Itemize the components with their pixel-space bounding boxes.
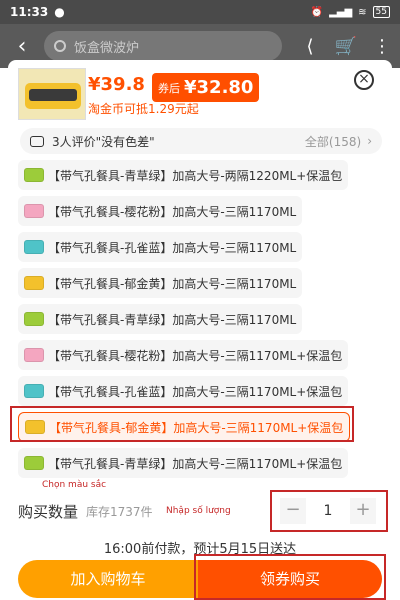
- option-thumbnail: [24, 204, 44, 218]
- choose-color-annotation: Chọn màu sắc: [42, 480, 107, 490]
- review-all: 全部(158): [304, 134, 362, 149]
- alarm-icon: ⏰: [310, 6, 324, 18]
- share-icon[interactable]: ⟨: [292, 36, 328, 57]
- option-label: 【带气孔餐具-青草绿】加高大号-三隔1170ML: [48, 312, 297, 327]
- option-item[interactable]: 【带气孔餐具-孔雀蓝】加高大号-三隔1170ML: [18, 232, 303, 262]
- more-icon[interactable]: ⋮: [364, 36, 400, 57]
- option-item[interactable]: 【带气孔餐具-青草绿】加高大号-三隔1170ML: [18, 304, 303, 334]
- option-item[interactable]: 【带气孔餐具-孔雀蓝】加高大号-三隔1170ML+保温包: [18, 376, 349, 406]
- enter-qty-annotation: Nhập số lượng: [166, 506, 231, 516]
- stock-text: 库存1737件: [86, 504, 153, 519]
- option-item[interactable]: 【带气孔餐具-青草绿】加高大号-两隔1220ML+保温包: [18, 160, 349, 190]
- quantity-title: 购买数量: [18, 502, 79, 521]
- option-label: 【带气孔餐具-孔雀蓝】加高大号-三隔1170ML: [48, 240, 297, 255]
- option-thumbnail: [24, 312, 44, 326]
- coupon-label: 券后: [158, 81, 180, 95]
- coupon-badge: 券后 ¥32.80: [152, 73, 260, 102]
- option-label: 【带气孔餐具-樱花粉】加高大号-三隔1170ML+保温包: [48, 348, 343, 363]
- close-icon[interactable]: ×: [354, 70, 374, 90]
- wifi-icon: ≋: [358, 6, 367, 18]
- back-icon[interactable]: ‹: [0, 34, 44, 59]
- option-thumbnail: [24, 384, 44, 398]
- signal-icon: ▂▄▆: [329, 6, 353, 18]
- option-label: 【带气孔餐具-青草绿】加高大号-两隔1220ML+保温包: [48, 168, 343, 183]
- selected-option-highlight: [10, 406, 354, 442]
- buy-button-highlight: [194, 554, 386, 600]
- product-thumbnail: [18, 68, 86, 120]
- tao-coin-text: 淘金币可抵1.29元起: [88, 102, 199, 116]
- option-thumbnail: [24, 168, 44, 182]
- option-thumbnail: [24, 240, 44, 254]
- stepper-highlight: [270, 490, 388, 532]
- option-item[interactable]: 【带气孔餐具-樱花粉】加高大号-三隔1170ML: [18, 196, 303, 226]
- option-label: 【带气孔餐具-郁金黄】加高大号-三隔1170ML: [48, 276, 297, 291]
- review-bar[interactable]: 3人评价"没有色差" 全部(158) ›: [20, 128, 382, 154]
- option-item[interactable]: 【带气孔餐具-青草绿】加高大号-三隔1170ML+保温包: [18, 448, 349, 478]
- status-icons: ⏰ ▂▄▆ ≋ 55: [311, 6, 390, 18]
- option-thumbnail: [24, 456, 44, 470]
- status-time: 11:33: [10, 5, 49, 19]
- option-thumbnail: [24, 276, 44, 290]
- review-text: 3人评价"没有色差": [52, 134, 155, 149]
- notification-icon: ●: [54, 5, 65, 19]
- search-placeholder: 饭盒微波炉: [74, 40, 140, 56]
- option-label: 【带气孔餐具-孔雀蓝】加高大号-三隔1170ML+保温包: [48, 384, 343, 399]
- option-label: 【带气孔餐具-青草绿】加高大号-三隔1170ML+保温包: [48, 456, 343, 471]
- chevron-right-icon: ›: [367, 134, 372, 148]
- coupon-price: ¥32.80: [184, 77, 254, 98]
- option-label: 【带气孔餐具-樱花粉】加高大号-三隔1170ML: [48, 204, 297, 219]
- sku-sheet: ¥39.8 券后 ¥32.80 淘金币可抵1.29元起 × 3人评价"没有色差"…: [8, 60, 392, 600]
- price: ¥39.8: [88, 74, 145, 95]
- search-icon: [54, 40, 66, 52]
- option-item[interactable]: 【带气孔餐具-郁金黄】加高大号-三隔1170ML: [18, 268, 303, 298]
- comment-icon: [30, 135, 44, 147]
- cart-icon[interactable]: 🛒: [328, 36, 364, 57]
- option-item[interactable]: 【带气孔餐具-樱花粉】加高大号-三隔1170ML+保温包: [18, 340, 349, 370]
- search-input[interactable]: 饭盒微波炉: [44, 31, 282, 61]
- add-to-cart-button[interactable]: 加入购物车: [18, 560, 198, 598]
- option-thumbnail: [24, 348, 44, 362]
- battery-icon: 55: [372, 6, 390, 18]
- status-bar: 11:33 ● ⏰ ▂▄▆ ≋ 55: [0, 0, 400, 24]
